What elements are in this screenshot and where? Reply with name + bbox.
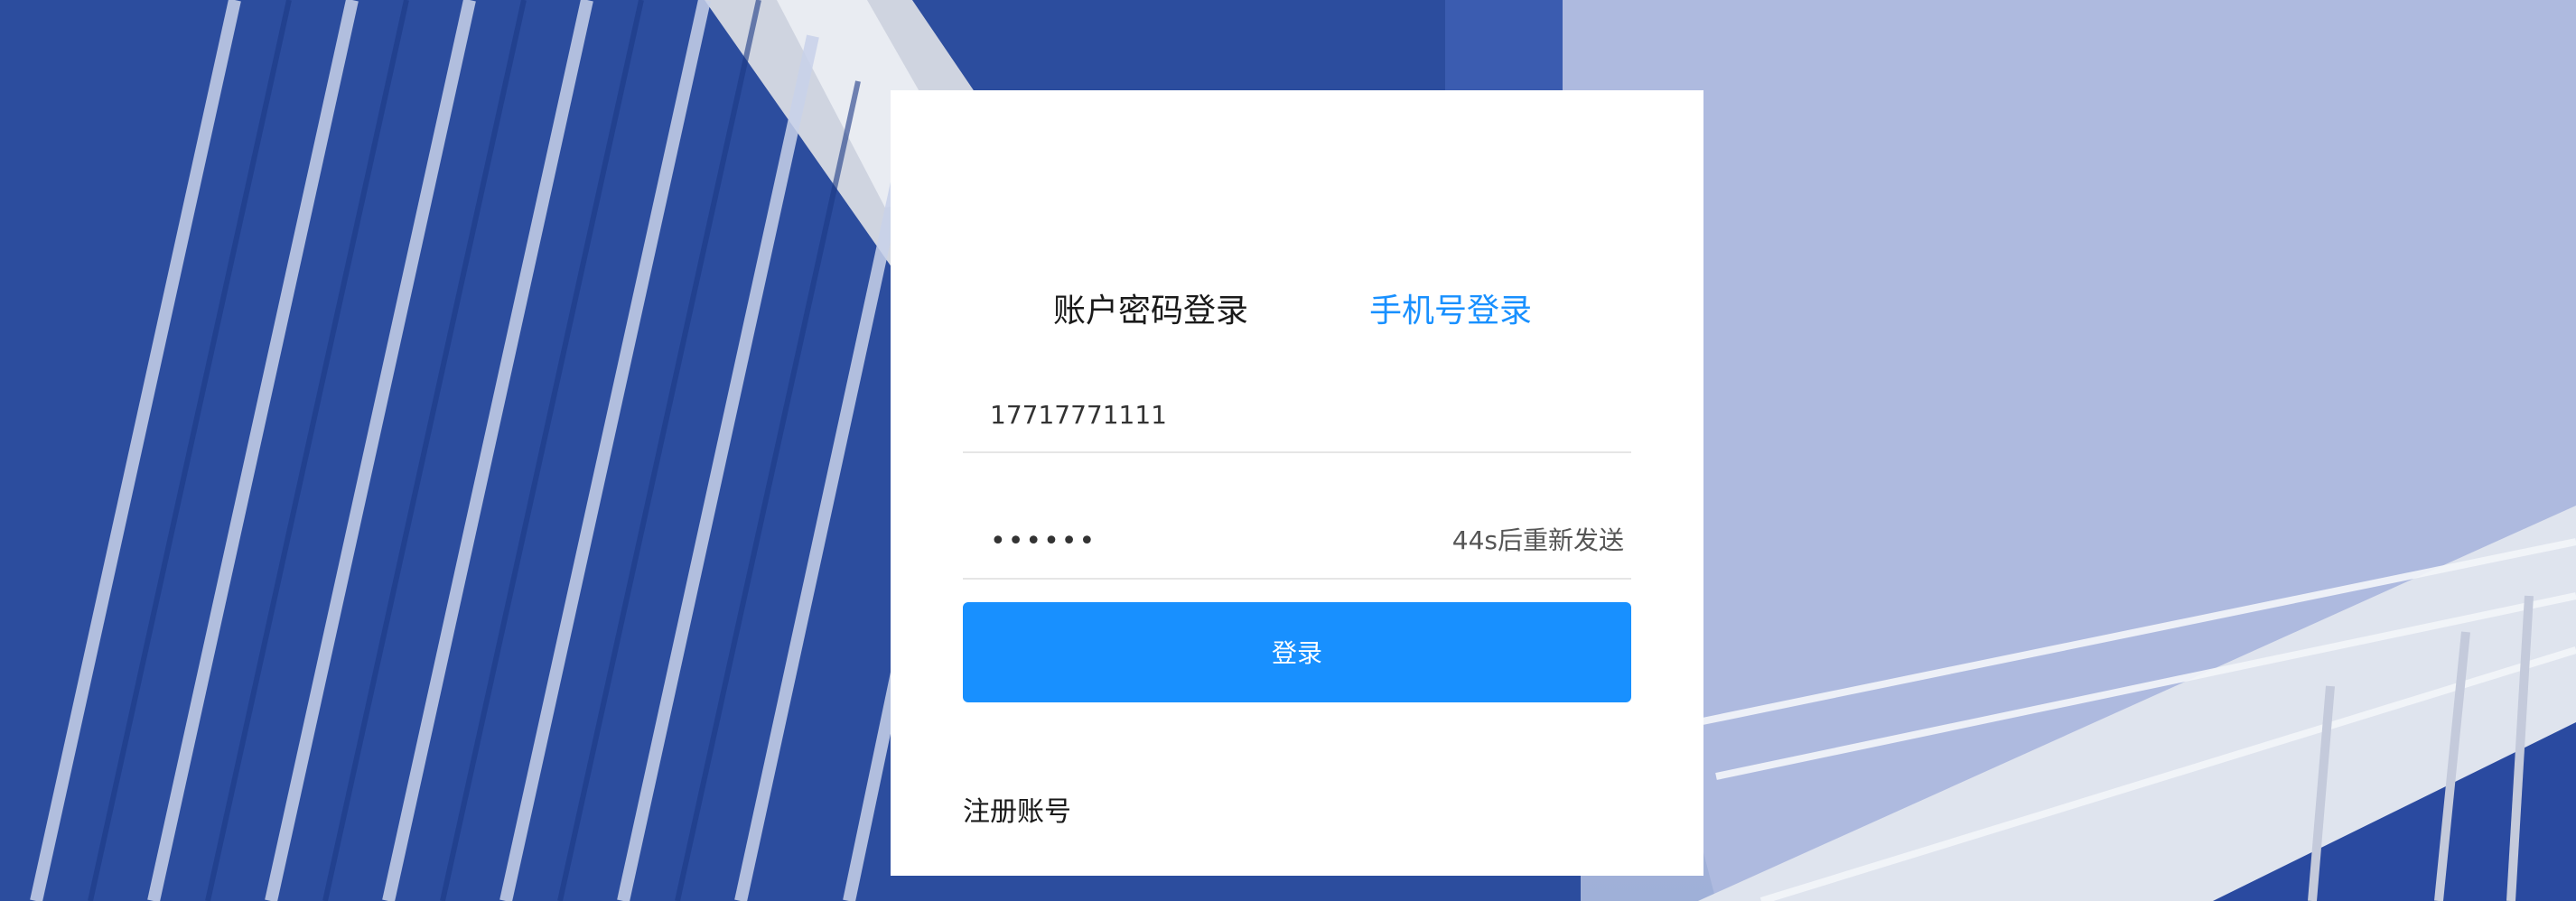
verification-code-input[interactable]	[990, 506, 1460, 576]
resend-code-button[interactable]: 44s后重新发送	[1452, 506, 1624, 576]
login-button[interactable]: 登录	[963, 602, 1631, 702]
phone-field	[963, 379, 1631, 453]
phone-input[interactable]	[990, 379, 1460, 450]
login-tabs: 账户密码登录 手机号登录	[891, 284, 1703, 339]
register-link[interactable]: 注册账号	[963, 794, 1071, 831]
login-card: 账户密码登录 手机号登录 44s后重新发送 登录 注册账号	[891, 90, 1703, 876]
tab-phone-login[interactable]: 手机号登录	[1369, 284, 1532, 339]
tab-account-password[interactable]: 账户密码登录	[1053, 284, 1248, 339]
verification-code-field: 44s后重新发送	[963, 506, 1631, 580]
